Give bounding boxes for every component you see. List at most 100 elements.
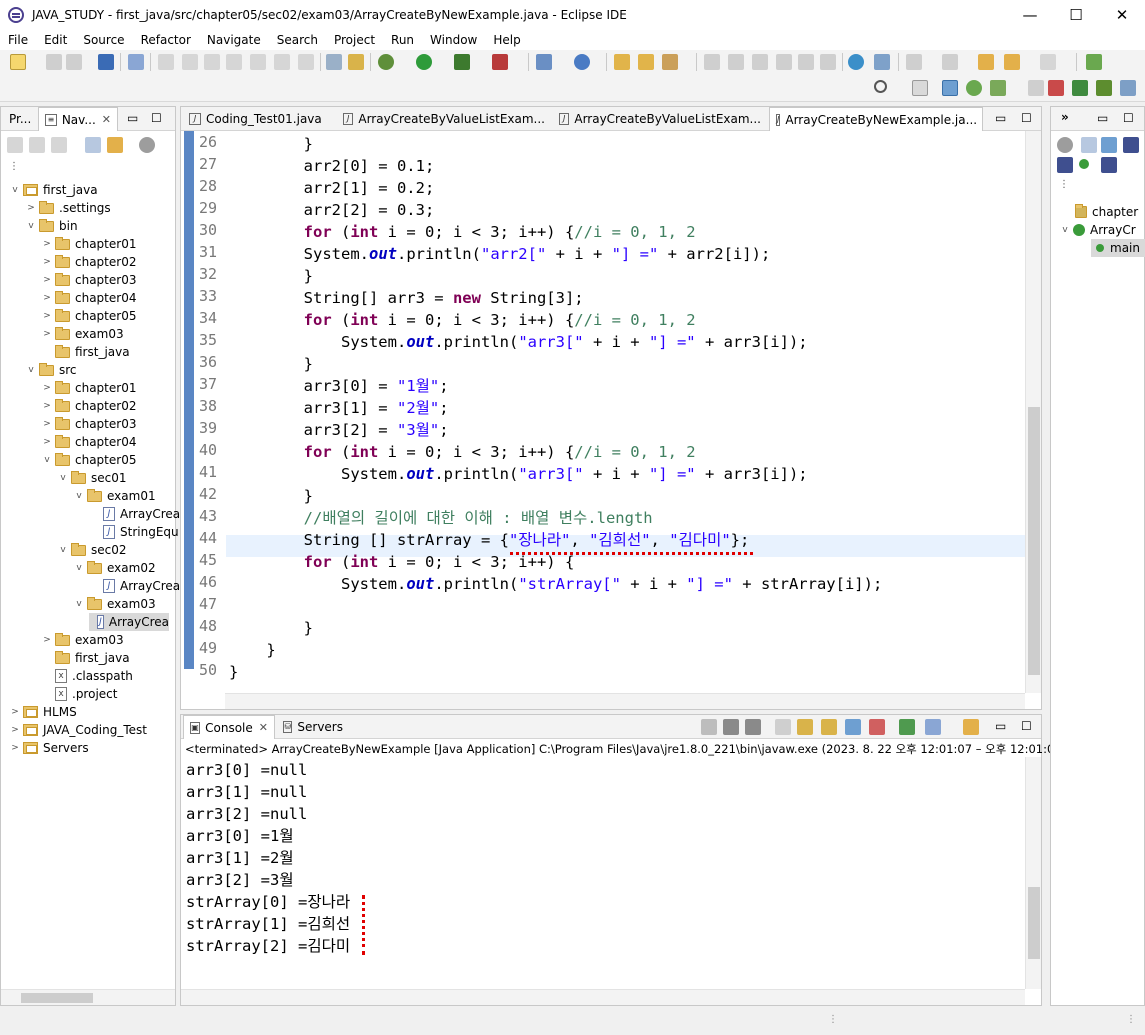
tree-item[interactable]: > chapter02 bbox=[41, 253, 136, 271]
chevron-down-icon[interactable]: v bbox=[73, 562, 85, 574]
code-line[interactable]: arr3[0] = "1월"; bbox=[229, 375, 449, 397]
code-line[interactable]: } bbox=[229, 639, 275, 661]
hide-fields-icon[interactable] bbox=[1123, 137, 1139, 153]
tab-array-create-by-value-list-2[interactable]: J ArrayCreateByValueListExam... bbox=[553, 107, 767, 131]
outline-item-package[interactable]: chapter bbox=[1075, 203, 1138, 221]
tree-item[interactable]: > exam03 bbox=[41, 631, 124, 649]
nav-back-icon[interactable] bbox=[7, 137, 23, 153]
skip-icon[interactable] bbox=[158, 54, 174, 70]
code-line[interactable]: arr2[0] = 0.1; bbox=[229, 155, 435, 177]
javadoc-icon[interactable] bbox=[348, 54, 364, 70]
tree-item[interactable]: > chapter03 bbox=[41, 415, 136, 433]
menu-source[interactable]: Source bbox=[75, 33, 132, 47]
code-line[interactable]: arr2[1] = 0.2; bbox=[229, 177, 435, 199]
outline-menu-icon[interactable] bbox=[1057, 137, 1073, 153]
open-task-icon[interactable] bbox=[638, 54, 654, 70]
tree-item[interactable]: first_java bbox=[41, 343, 130, 361]
tab-servers[interactable]: ⛁ Servers bbox=[277, 715, 349, 739]
tree-item[interactable]: v exam02 bbox=[73, 559, 156, 577]
tree-item[interactable]: J ArrayCrea bbox=[89, 613, 169, 631]
chevron-right-icon[interactable]: > bbox=[25, 202, 37, 214]
chevron-right-icon[interactable]: > bbox=[41, 292, 53, 304]
tree-item[interactable]: J ArrayCrea bbox=[89, 505, 180, 523]
outline-item-class[interactable]: v ArrayCr bbox=[1059, 221, 1135, 239]
tree-item[interactable]: > HLMS bbox=[9, 703, 76, 721]
tree-item[interactable]: > chapter05 bbox=[41, 307, 136, 325]
view-menu-icon[interactable] bbox=[139, 137, 155, 153]
java-ee-perspective-icon[interactable] bbox=[942, 80, 958, 96]
tree-item[interactable]: > chapter04 bbox=[41, 433, 136, 451]
show-on-output-icon[interactable] bbox=[845, 719, 861, 735]
chevron-down-icon[interactable]: v bbox=[9, 184, 21, 196]
clear-console-icon[interactable] bbox=[775, 719, 791, 735]
show-on-error-icon[interactable] bbox=[869, 719, 885, 735]
outline-item-main[interactable]: main bbox=[1091, 239, 1145, 257]
close-icon[interactable]: ✕ bbox=[102, 113, 111, 126]
restore-icon[interactable] bbox=[1028, 80, 1044, 96]
menu-run[interactable]: Run bbox=[383, 33, 422, 47]
java-perspective-icon[interactable] bbox=[990, 80, 1006, 96]
maximize-outline-icon[interactable]: ☐ bbox=[1123, 111, 1134, 125]
tree-item[interactable]: first_java bbox=[41, 649, 130, 667]
chevron-right-icon[interactable]: > bbox=[9, 706, 21, 718]
menu-edit[interactable]: Edit bbox=[36, 33, 75, 47]
tree-item[interactable]: v src bbox=[25, 361, 77, 379]
step-return-icon[interactable] bbox=[298, 54, 314, 70]
mark-occurrences-icon[interactable] bbox=[728, 54, 744, 70]
coverage-icon[interactable] bbox=[454, 54, 470, 70]
tree-item[interactable]: > chapter03 bbox=[41, 271, 136, 289]
annotation-icon[interactable] bbox=[704, 54, 720, 70]
terminal-icon[interactable] bbox=[98, 54, 114, 70]
code-line[interactable]: arr3[2] = "3월"; bbox=[229, 419, 449, 441]
open-perspective-icon[interactable] bbox=[1086, 54, 1102, 70]
minimize-editor-icon[interactable]: ▭ bbox=[995, 111, 1006, 125]
show-whitespace-icon[interactable] bbox=[820, 54, 836, 70]
globe-icon[interactable] bbox=[848, 54, 864, 70]
tree-item[interactable]: v chapter05 bbox=[41, 451, 136, 469]
code-line[interactable]: String [] strArray = {"장나라", "김희선", "김다미… bbox=[229, 529, 750, 551]
forward-icon[interactable] bbox=[1040, 54, 1056, 70]
tree-item[interactable]: > JAVA_Coding_Test bbox=[9, 721, 147, 739]
block-selection-icon[interactable] bbox=[752, 54, 768, 70]
tab-array-create-by-value-list-1[interactable]: J ArrayCreateByValueListExam... bbox=[337, 107, 551, 131]
chevron-down-icon[interactable]: v bbox=[73, 598, 85, 610]
tree-item[interactable]: > exam03 bbox=[41, 325, 124, 343]
chevron-down-icon[interactable]: v bbox=[25, 364, 37, 376]
tree-horizontal-scrollbar[interactable] bbox=[1, 989, 175, 1005]
code-line[interactable]: } bbox=[229, 661, 238, 683]
nav-forward-icon[interactable] bbox=[29, 137, 45, 153]
chevron-down-icon[interactable]: v bbox=[57, 544, 69, 556]
word-wrap-icon[interactable] bbox=[776, 54, 792, 70]
minimize-button[interactable]: — bbox=[1007, 0, 1053, 30]
tree-item[interactable]: > .settings bbox=[25, 199, 111, 217]
tree-item[interactable]: > chapter01 bbox=[41, 235, 136, 253]
code-line[interactable]: for (int i = 0; i < 3; i++) {//i = 0, 1,… bbox=[229, 309, 696, 331]
debug-icon[interactable] bbox=[378, 54, 394, 70]
view-menu-dots-icon[interactable]: ⋮ bbox=[9, 161, 19, 172]
dock-icon-2[interactable] bbox=[1072, 80, 1088, 96]
search-icon[interactable] bbox=[874, 80, 887, 93]
chevron-down-icon[interactable]: v bbox=[41, 454, 53, 466]
menu-project[interactable]: Project bbox=[326, 33, 383, 47]
run-icon[interactable] bbox=[416, 54, 432, 70]
editor-horizontal-scrollbar[interactable] bbox=[225, 693, 1025, 709]
menu-navigate[interactable]: Navigate bbox=[199, 33, 269, 47]
chevron-right-icon[interactable]: > bbox=[9, 724, 21, 736]
open-type-icon[interactable] bbox=[614, 54, 630, 70]
tree-item[interactable]: > chapter04 bbox=[41, 289, 136, 307]
new-class-icon[interactable] bbox=[574, 54, 590, 70]
scroll-lock-icon[interactable] bbox=[797, 719, 813, 735]
chevron-right-icon[interactable]: > bbox=[41, 310, 53, 322]
chevron-right-icon[interactable]: > bbox=[9, 742, 21, 754]
menu-help[interactable]: Help bbox=[485, 33, 528, 47]
tree-item[interactable]: x .classpath bbox=[41, 667, 133, 685]
tree-item[interactable]: > chapter02 bbox=[41, 397, 136, 415]
dock-icon-3[interactable] bbox=[1096, 80, 1112, 96]
terminate-icon[interactable] bbox=[701, 719, 717, 735]
code-line[interactable]: } bbox=[229, 353, 313, 375]
tab-console[interactable]: ▣ Console ✕ bbox=[183, 715, 275, 739]
nav-up-icon[interactable] bbox=[51, 137, 67, 153]
hide-local-types-icon[interactable] bbox=[1101, 157, 1117, 173]
save-icon[interactable] bbox=[46, 54, 62, 70]
open-console-icon[interactable] bbox=[963, 719, 979, 735]
